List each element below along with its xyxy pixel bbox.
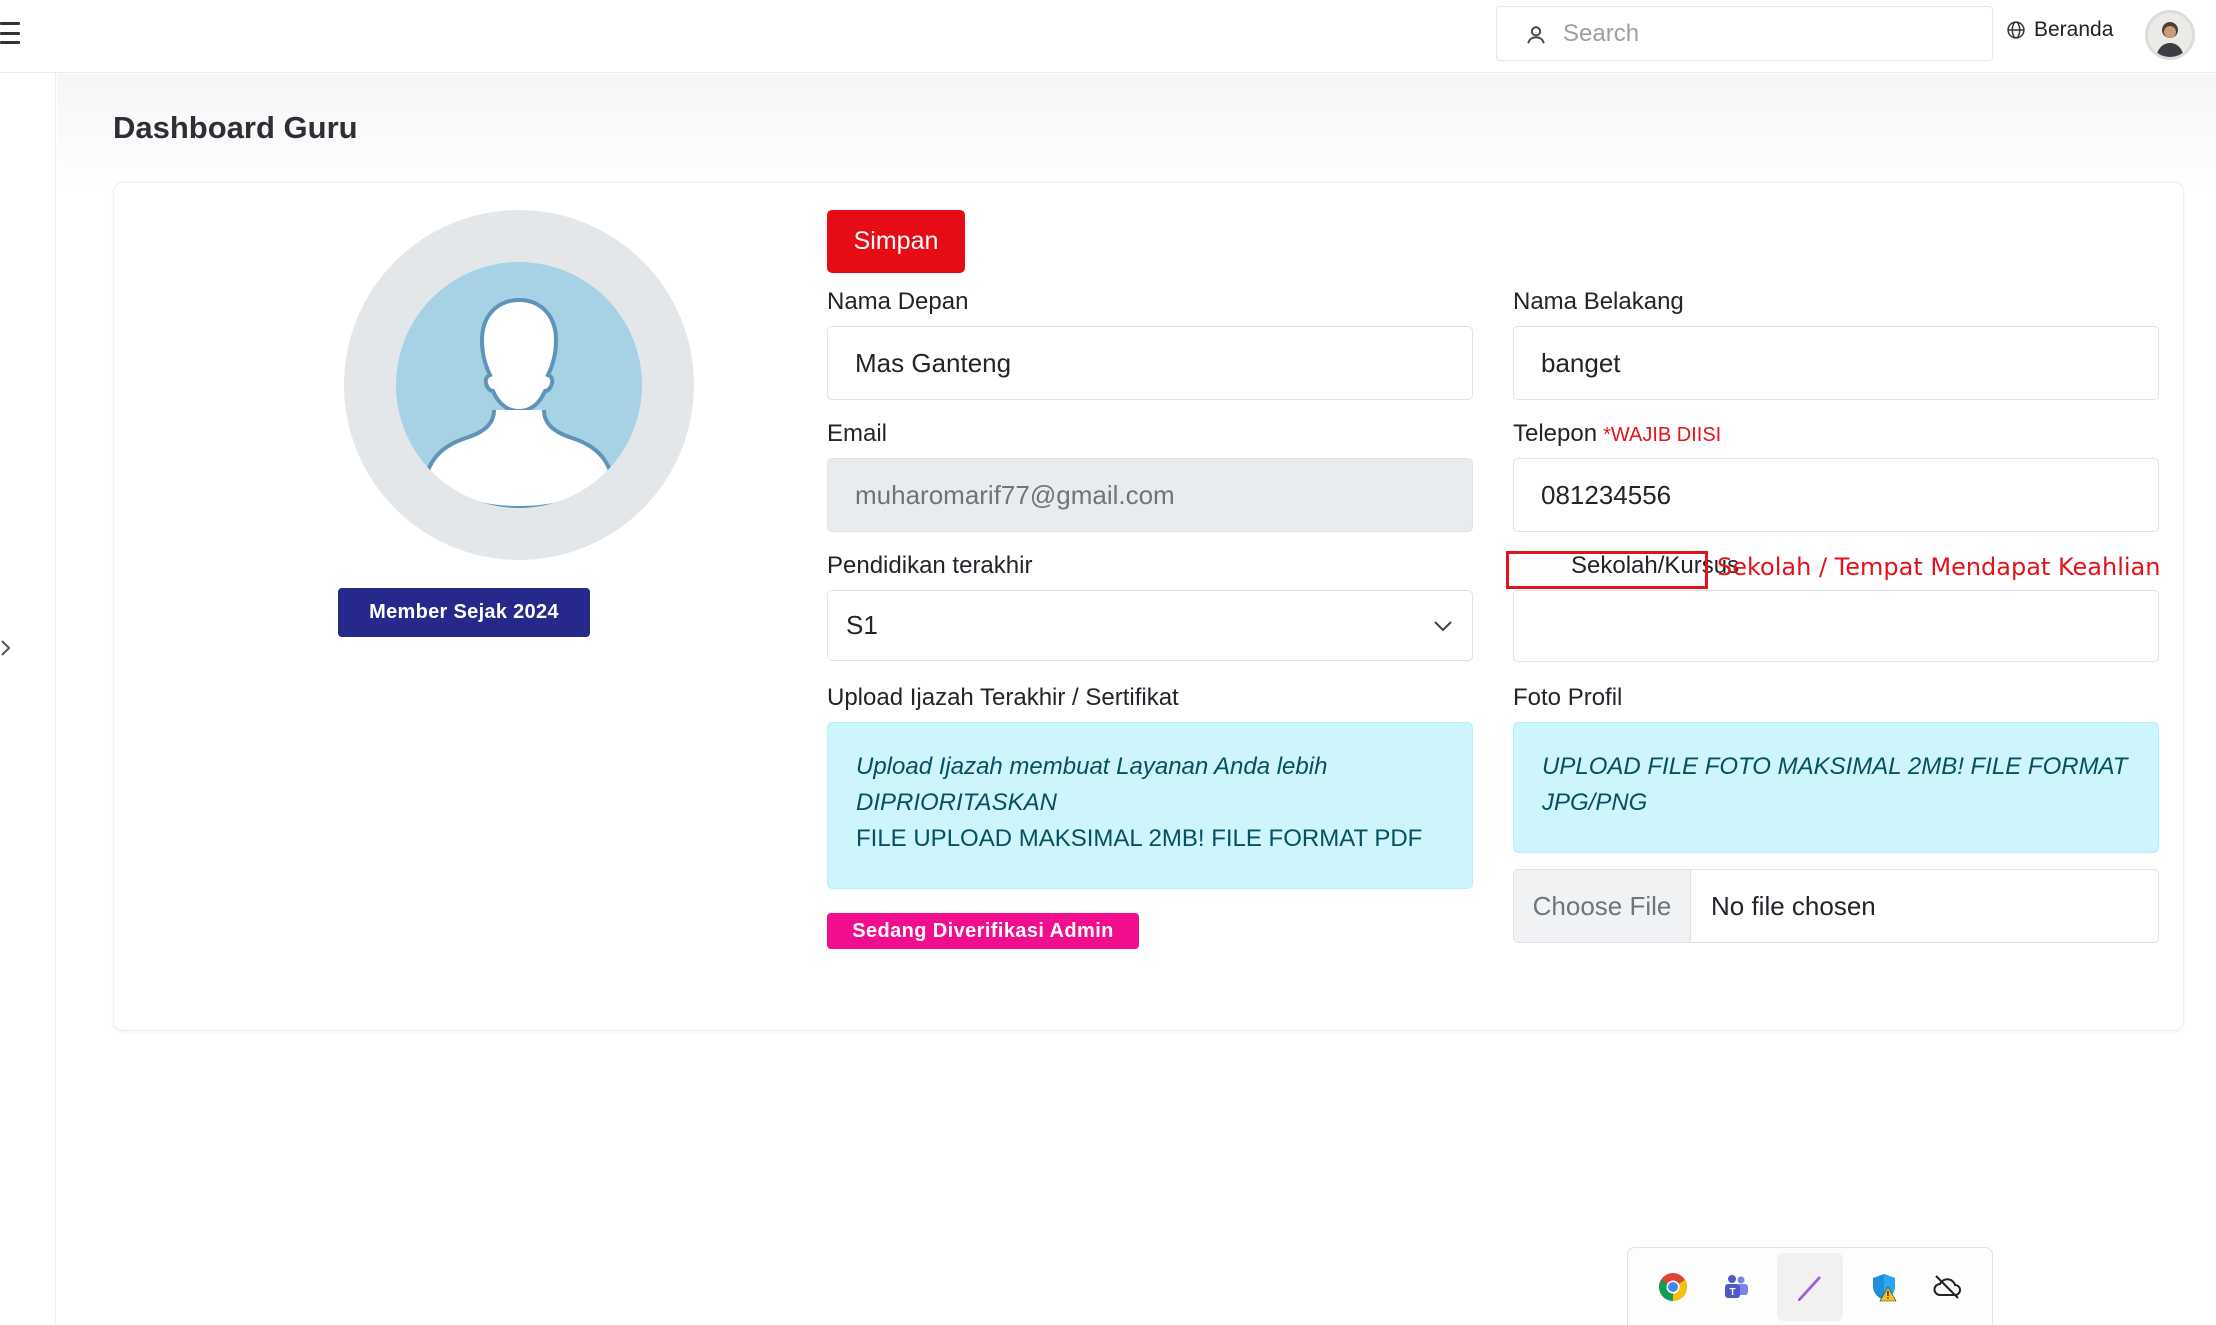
search-box[interactable] [1496, 6, 1993, 61]
certificate-info-alert: Upload Ijazah membuat Layanan Anda lebih… [827, 722, 1473, 889]
teams-icon[interactable]: T [1715, 1266, 1757, 1308]
home-link-label: Beranda [2034, 18, 2114, 41]
top-navbar: Beranda [0, 0, 2216, 73]
phone-value: 081234556 [1541, 479, 1672, 510]
user-photo-icon [2148, 13, 2192, 57]
user-search-icon [1527, 26, 1545, 44]
verification-status-badge: Sedang Diverifikasi Admin [827, 913, 1139, 949]
search-input[interactable] [1563, 15, 1973, 53]
svg-text:T: T [1729, 1287, 1735, 1298]
globe-icon [2007, 21, 2025, 39]
page-title: Dashboard Guru [113, 110, 358, 145]
user-avatar[interactable] [2145, 10, 2195, 60]
chrome-icon[interactable] [1652, 1266, 1694, 1308]
first-name-field[interactable]: Mas Ganteng [827, 326, 1473, 400]
choose-file-button[interactable]: Choose File [1514, 870, 1691, 942]
user-silhouette-icon [423, 297, 615, 508]
profile-avatar [344, 210, 694, 560]
required-note: *WAJIB DIISI [1603, 424, 1722, 446]
defender-warning-icon[interactable] [1863, 1266, 1905, 1308]
cloud-off-icon[interactable] [1926, 1266, 1968, 1308]
last-name-field[interactable]: banget [1513, 326, 2159, 400]
chevron-down-icon [1434, 620, 1452, 631]
annotation-highlight-box [1506, 551, 1708, 589]
education-selected-value: S1 [846, 610, 878, 640]
school-field[interactable] [1513, 590, 2159, 662]
email-field: muharomarif77@gmail.com [827, 458, 1473, 532]
phone-field[interactable]: 081234556 [1513, 458, 2159, 532]
photo-info-text: UPLOAD FILE FOTO MAKSIMAL 2MB! FILE FORM… [1542, 753, 2128, 816]
education-label: Pendidikan terakhir [827, 552, 1033, 579]
taskbar-tray: T [1627, 1247, 1993, 1325]
pen-icon[interactable] [1776, 1252, 1843, 1321]
member-since-badge: Member Sejak 2024 [338, 588, 590, 637]
certificate-label: Upload Ijazah Terakhir / Sertifikat [827, 684, 1179, 711]
chevron-right-icon[interactable] [0, 637, 14, 659]
file-status-text: No file chosen [1711, 890, 1876, 921]
phone-label: Telepon *WAJIB DIISI [1513, 420, 1721, 448]
email-label: Email [827, 420, 888, 447]
first-name-label: Nama Depan [827, 288, 969, 315]
main-content: Dashboard Guru Member Sejak 2024 Simpan … [57, 74, 2216, 1325]
collapsed-sidebar [0, 73, 56, 1325]
photo-label: Foto Profil [1513, 684, 1623, 711]
hamburger-menu-icon[interactable] [0, 20, 22, 46]
education-select[interactable]: S1 [827, 590, 1473, 661]
email-value: muharomarif77@gmail.com [855, 479, 1175, 510]
certificate-info-priority: Upload Ijazah membuat Layanan Anda lebih… [856, 753, 1328, 816]
photo-file-input[interactable]: Choose File No file chosen [1513, 869, 2159, 943]
first-name-value: Mas Ganteng [855, 347, 1012, 378]
phone-label-text: Telepon [1513, 420, 1598, 447]
last-name-value: banget [1541, 347, 1621, 378]
home-link[interactable]: Beranda [2006, 18, 2113, 42]
profile-card: Member Sejak 2024 Simpan Nama Depan Mas … [113, 182, 2184, 1031]
save-button[interactable]: Simpan [827, 210, 965, 273]
photo-info-alert: UPLOAD FILE FOTO MAKSIMAL 2MB! FILE FORM… [1513, 722, 2159, 853]
certificate-info-limit: FILE UPLOAD MAKSIMAL 2MB! FILE FORMAT PD… [856, 825, 1423, 852]
annotation-note: Sekolah / Tempat Mendapat Keahlian [1717, 553, 2161, 581]
last-name-label: Nama Belakang [1513, 288, 1684, 315]
